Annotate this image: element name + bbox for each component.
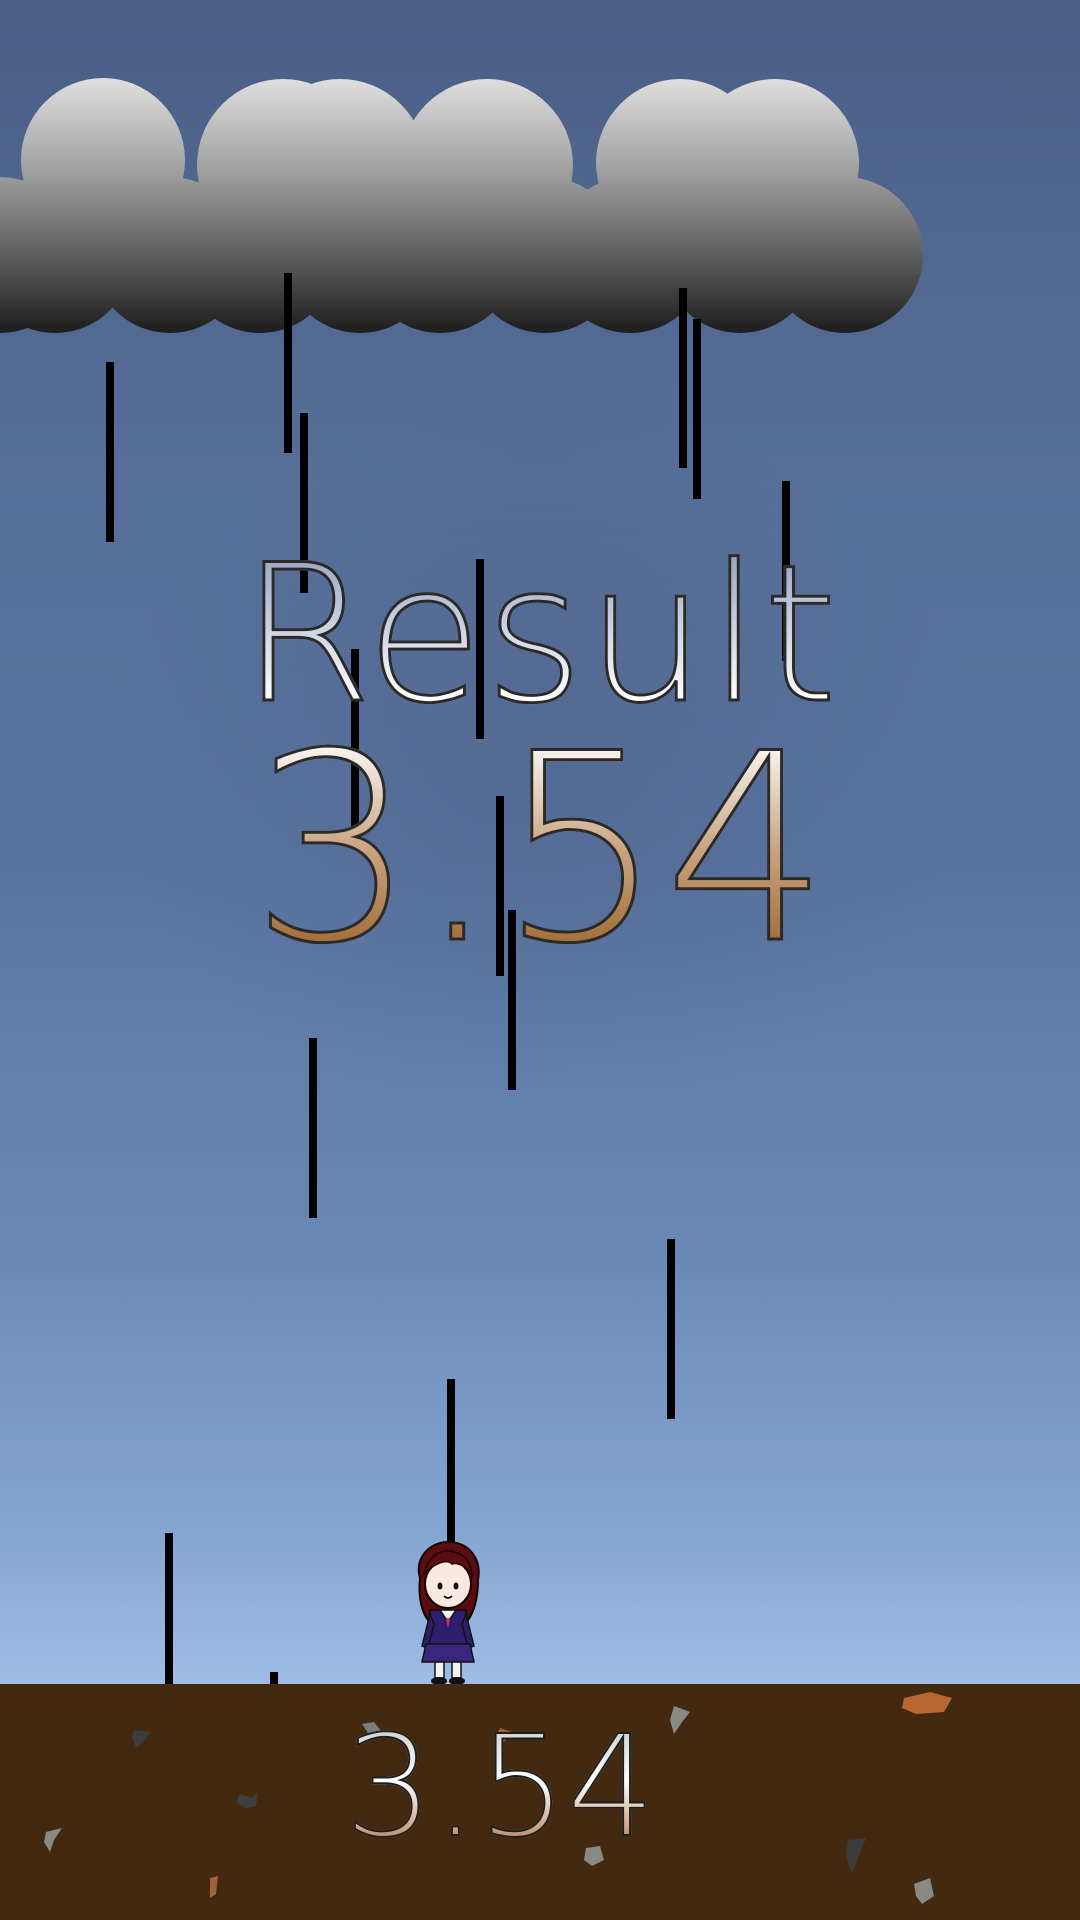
raindrop (309, 1038, 317, 1218)
raindrop (667, 1239, 675, 1419)
result-score: 3.54 (0, 719, 1080, 982)
raindrop (270, 1672, 278, 1684)
raindrop (106, 362, 114, 542)
raindrop (693, 319, 701, 499)
raindrop (447, 1379, 455, 1559)
raindrop (679, 288, 687, 468)
storm-cloud (0, 78, 923, 333)
ground-score: 3.54 (0, 1717, 1000, 1859)
raindrop (284, 273, 292, 453)
girl-character (417, 1540, 480, 1685)
raindrop (165, 1533, 173, 1684)
game-screen: Result 3.54 3.54 (0, 0, 1080, 1920)
